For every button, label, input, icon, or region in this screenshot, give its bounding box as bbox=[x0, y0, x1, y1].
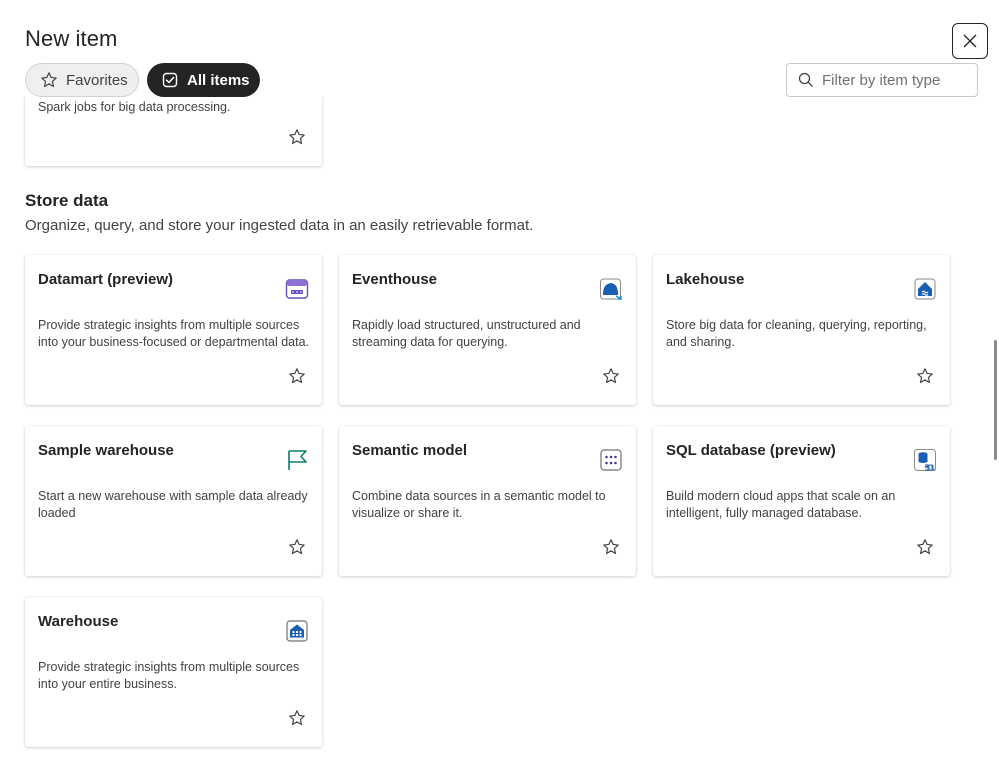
card-title: Lakehouse bbox=[666, 271, 745, 288]
datamart-icon bbox=[284, 276, 310, 302]
all-items-label: All items bbox=[187, 71, 250, 89]
favorite-star-button[interactable] bbox=[287, 537, 307, 557]
warehouse-icon bbox=[284, 618, 310, 644]
card-title: Sample warehouse bbox=[38, 442, 174, 459]
favorite-star-button[interactable] bbox=[915, 537, 935, 557]
section-title: Store data bbox=[25, 191, 109, 210]
lakehouse-icon bbox=[912, 276, 938, 302]
filter-input[interactable] bbox=[822, 71, 972, 89]
item-card-eventhouse[interactable]: Eventhouse Rapidly load structured, unst… bbox=[339, 255, 636, 405]
star-icon bbox=[289, 129, 305, 145]
eventhouse-icon bbox=[598, 276, 624, 302]
star-icon bbox=[289, 368, 305, 384]
item-card-sql-database[interactable]: SQL database (preview) Build modern clou… bbox=[653, 426, 950, 576]
item-card-warehouse[interactable]: Warehouse Provide strategic insights fro… bbox=[25, 597, 322, 747]
card-title: Semantic model bbox=[352, 442, 468, 459]
star-icon bbox=[917, 368, 933, 384]
star-icon bbox=[289, 710, 305, 726]
semantic-model-icon bbox=[598, 447, 624, 473]
card-title: Datamart (preview) bbox=[38, 271, 174, 288]
favorite-star-button[interactable] bbox=[287, 127, 307, 147]
star-icon bbox=[603, 539, 619, 555]
card-description: Store big data for cleaning, querying, r… bbox=[666, 318, 927, 349]
close-button[interactable] bbox=[952, 23, 988, 59]
card-title: SQL database (preview) bbox=[666, 442, 836, 459]
star-icon bbox=[289, 539, 305, 555]
star-icon bbox=[41, 72, 57, 88]
favorites-filter-button[interactable]: Favorites bbox=[25, 63, 139, 97]
section-subtitle: Organize, query, and store your ingested… bbox=[25, 217, 534, 234]
item-card-sample-warehouse[interactable]: Sample warehouse Start a new warehouse w… bbox=[25, 426, 322, 576]
card-title: Warehouse bbox=[38, 613, 119, 630]
search-icon bbox=[798, 72, 813, 87]
item-card-semantic-model[interactable]: Semantic model Combine data sources in a… bbox=[339, 426, 636, 576]
sql-database-icon bbox=[912, 447, 938, 473]
card-description: Rapidly load structured, unstructured an… bbox=[352, 318, 581, 349]
favorite-star-button[interactable] bbox=[287, 708, 307, 728]
flag-icon bbox=[284, 447, 310, 473]
favorite-star-button[interactable] bbox=[601, 366, 621, 386]
card-description: Combine data sources in a semantic model… bbox=[352, 489, 606, 520]
card-description: Provide strategic insights from multiple… bbox=[38, 318, 309, 349]
favorite-star-button[interactable] bbox=[287, 366, 307, 386]
item-card-datamart[interactable]: Datamart (preview) Provide strategic ins… bbox=[25, 255, 322, 405]
checkbox-checked-icon bbox=[162, 72, 178, 88]
all-items-filter-button[interactable]: All items bbox=[147, 63, 260, 97]
items-scroll-area[interactable]: Spark jobs for big data processing. Stor… bbox=[0, 97, 999, 770]
favorites-label: Favorites bbox=[66, 71, 128, 89]
card-description: Start a new warehouse with sample data a… bbox=[38, 489, 308, 520]
item-card-lakehouse[interactable]: Lakehouse Store big data for cleaning, q… bbox=[653, 255, 950, 405]
star-icon bbox=[603, 368, 619, 384]
page-title: New item bbox=[25, 26, 118, 51]
close-icon bbox=[963, 34, 977, 48]
card-description: Spark jobs for big data processing. bbox=[38, 100, 231, 114]
card-description: Provide strategic insights from multiple… bbox=[38, 660, 300, 691]
partial-item-card[interactable]: Spark jobs for big data processing. bbox=[25, 97, 322, 166]
card-title: Eventhouse bbox=[352, 271, 438, 288]
scrollbar-thumb[interactable] bbox=[994, 340, 997, 460]
favorite-star-button[interactable] bbox=[601, 537, 621, 557]
favorite-star-button[interactable] bbox=[915, 366, 935, 386]
filter-search-box[interactable] bbox=[786, 63, 978, 97]
card-description: Build modern cloud apps that scale on an… bbox=[666, 489, 896, 520]
star-icon bbox=[917, 539, 933, 555]
